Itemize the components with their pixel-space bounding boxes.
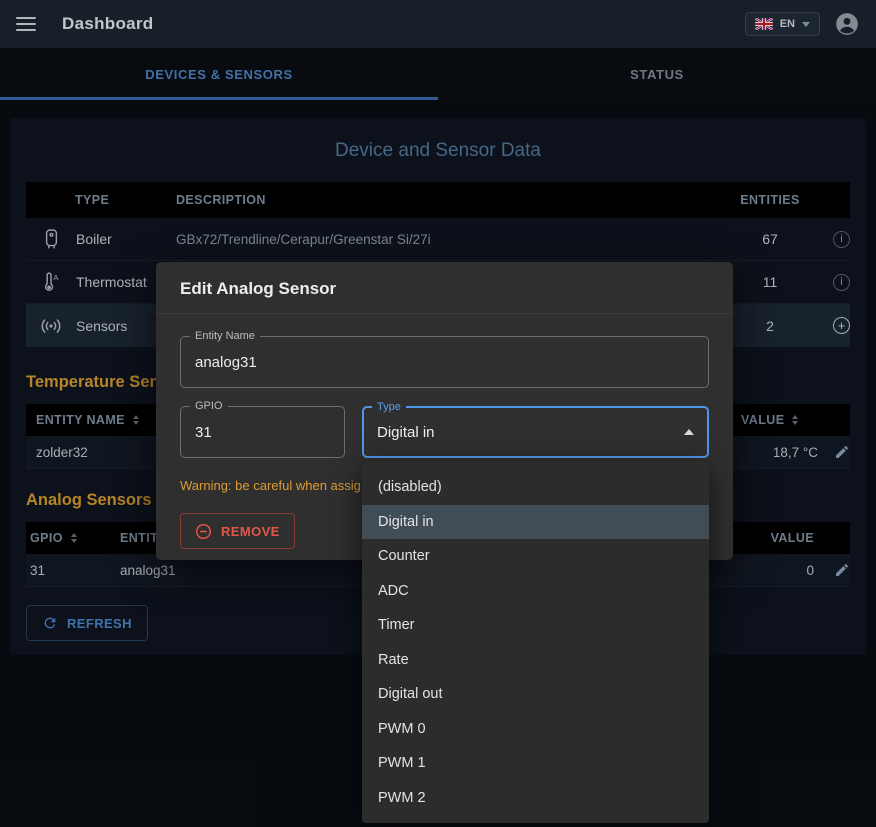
gpio-label: GPIO: [190, 400, 228, 412]
dialog-title: Edit Analog Sensor: [156, 262, 733, 314]
dropdown-option-adc[interactable]: ADC: [362, 574, 709, 609]
dropdown-option-pwm0[interactable]: PWM 0: [362, 712, 709, 747]
gpio-value: 31: [195, 424, 212, 441]
screen: Dashboard EN: [0, 0, 876, 827]
remove-label: REMOVE: [221, 524, 280, 539]
dropdown-option-pwm2[interactable]: PWM 2: [362, 781, 709, 816]
type-label: Type: [372, 401, 406, 413]
chevron-up-icon: [684, 429, 694, 435]
dropdown-option-rate[interactable]: Rate: [362, 643, 709, 678]
entity-name-value: analog31: [195, 354, 257, 371]
type-dropdown-menu: (disabled) Digital in Counter ADC Timer …: [362, 462, 709, 823]
dropdown-option-timer[interactable]: Timer: [362, 608, 709, 643]
remove-circle-icon: [195, 523, 212, 540]
entity-name-label: Entity Name: [190, 330, 260, 342]
remove-button[interactable]: REMOVE: [180, 513, 295, 549]
dropdown-option-counter[interactable]: Counter: [362, 539, 709, 574]
dropdown-option-disabled[interactable]: (disabled): [362, 470, 709, 505]
dropdown-option-digital-in[interactable]: Digital in: [362, 505, 709, 540]
type-select[interactable]: Type Digital in: [362, 406, 709, 458]
dropdown-option-digital-out[interactable]: Digital out: [362, 677, 709, 712]
type-value: Digital in: [377, 424, 435, 441]
gpio-field[interactable]: GPIO 31: [180, 406, 345, 458]
dropdown-option-pwm1[interactable]: PWM 1: [362, 746, 709, 781]
entity-name-field[interactable]: Entity Name analog31: [180, 336, 709, 388]
